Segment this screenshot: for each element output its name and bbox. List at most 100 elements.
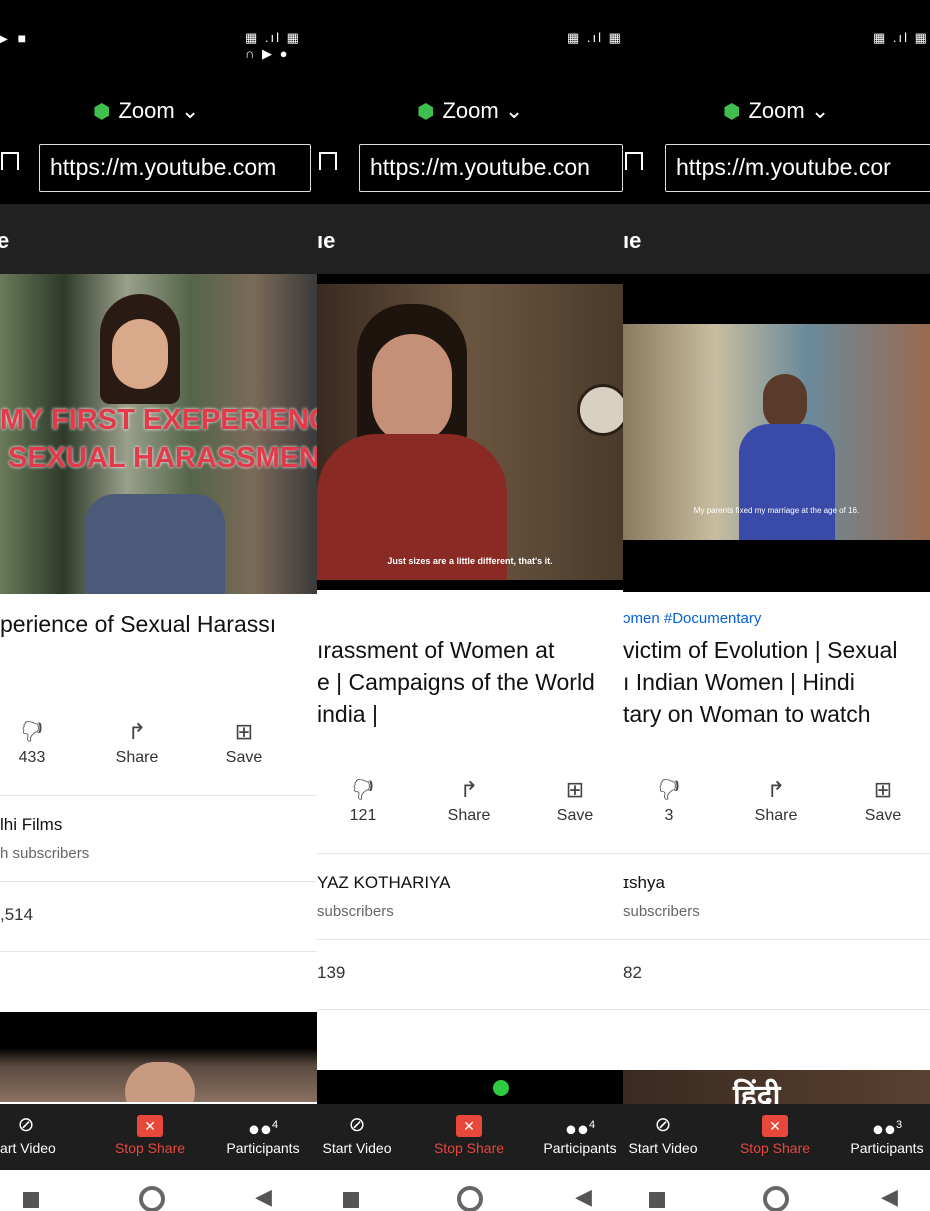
url-field[interactable]: https://m.youtube.con: [359, 144, 623, 192]
dislike-button[interactable]: 🖓 121: [323, 773, 403, 825]
divider: [317, 939, 623, 940]
video-title[interactable]: ırassment of Women at: [317, 634, 554, 666]
shield-icon: ⬢: [93, 101, 111, 123]
start-video-button[interactable]: ⊘ Start Video: [623, 1110, 703, 1156]
video-title[interactable]: india |: [317, 698, 378, 730]
channel-subscribers: subscribers: [623, 903, 700, 920]
shield-icon: ⬢: [417, 101, 435, 123]
zoom-title[interactable]: ⬢ Zoom ⌄: [417, 98, 523, 124]
home-icon[interactable]: [457, 1186, 483, 1211]
participant-face: [125, 1062, 195, 1102]
recents-icon[interactable]: [343, 1192, 359, 1208]
divider: [317, 1009, 623, 1010]
save-button[interactable]: ⊞ Save: [535, 773, 615, 825]
thumbs-down-icon: 🖓: [352, 777, 374, 802]
participant-video: हिंदी: [623, 1070, 930, 1104]
participants-icon: ●●: [564, 1118, 590, 1141]
back-icon[interactable]: ◀: [575, 1184, 592, 1210]
person-face: [763, 374, 807, 430]
dislike-button[interactable]: 🖓 433: [0, 715, 72, 767]
share-button[interactable]: ↱ Share: [736, 773, 816, 825]
home-icon[interactable]: [763, 1186, 789, 1211]
status-bar: ▶ ■ ▦ .ıl ▦ ∩ ▶ ●: [0, 0, 317, 82]
stop-share-button[interactable]: ✕ Stop Share: [110, 1110, 190, 1156]
divider: [623, 939, 930, 940]
video-title[interactable]: victim of Evolution | Sexual: [623, 634, 897, 666]
back-icon[interactable]: ◀: [881, 1184, 898, 1210]
divider: [0, 881, 317, 882]
start-video-button[interactable]: ⊘ tart Video: [0, 1110, 66, 1156]
video-player[interactable]: My parents fixed my marriage at the age …: [623, 274, 930, 592]
status-icons: ▶ ■: [0, 30, 30, 46]
comments-count[interactable]: ,514: [0, 905, 33, 925]
zoom-controls: ⊘ Start Video ✕ Stop Share ●●4 Participants: [317, 1104, 623, 1170]
participants-button[interactable]: ●●4 Participants: [218, 1110, 308, 1156]
stop-share-button[interactable]: ✕ Stop Share: [429, 1110, 509, 1156]
bookmark-icon[interactable]: [1, 152, 19, 170]
video-title[interactable]: perience of Sexual Harassı: [0, 608, 276, 640]
zoom-title[interactable]: ⬢ Zoom ⌄: [723, 98, 829, 124]
comments-count[interactable]: 82: [623, 963, 642, 983]
hindi-text: हिंदी: [733, 1080, 781, 1104]
video-off-icon: ⊘: [654, 1114, 672, 1136]
video-title[interactable]: tary on Woman to watch: [623, 698, 871, 730]
stop-share-icon: ✕: [762, 1115, 788, 1137]
signal-icon: ▦ .ıl ▦ ∩ ▶ ■: [567, 30, 623, 45]
channel-subscribers: subscribers: [317, 903, 394, 920]
status-bar: ▦ .ıl ▦: [623, 0, 930, 82]
browser-url-bar: https://m.youtube.cor: [623, 140, 930, 204]
thumbs-down-icon: 🖓: [21, 719, 43, 744]
home-icon[interactable]: [139, 1186, 165, 1211]
youtube-logo[interactable]: ıe: [317, 228, 335, 254]
browser-url-bar: https://m.youtube.com: [0, 140, 317, 204]
video-player[interactable]: Just sizes are a little different, that'…: [317, 274, 623, 590]
bookmark-icon[interactable]: [625, 152, 643, 170]
start-video-button[interactable]: ⊘ Start Video: [317, 1110, 397, 1156]
bookmark-icon[interactable]: [319, 152, 337, 170]
dislike-button[interactable]: 🖓 3: [629, 773, 709, 825]
video-overlay-text: MY FIRST EXEPERIENCE: [0, 404, 317, 436]
android-nav-bar: ◀: [0, 1170, 317, 1211]
participants-button[interactable]: ●●4 Participants: [537, 1110, 623, 1156]
youtube-logo[interactable]: e: [0, 228, 9, 254]
stop-share-icon: ✕: [137, 1115, 163, 1137]
participants-button[interactable]: ●●3 Participants: [844, 1110, 930, 1156]
video-player[interactable]: MY FIRST EXEPERIENCE SEXUAL HARASSMENT: [0, 274, 317, 594]
person-face: [372, 334, 452, 444]
video-title[interactable]: ı Indian Women | Hindi: [623, 666, 855, 698]
share-button[interactable]: ↱ Share: [429, 773, 509, 825]
channel-name[interactable]: YAZ KOTHARIYA: [317, 873, 451, 893]
channel-subscribers: h subscribers: [0, 845, 90, 862]
divider: [317, 853, 623, 854]
url-field[interactable]: https://m.youtube.com: [39, 144, 311, 192]
signal-icon: ▦ .ıl ▦ ∩ ▶ ●: [245, 30, 301, 61]
status-bar: ▦ .ıl ▦ ∩ ▶ ■: [317, 0, 623, 82]
channel-name[interactable]: lhi Films: [0, 815, 62, 835]
android-nav-bar: ◀: [317, 1170, 623, 1211]
save-button[interactable]: ⊞ Save: [843, 773, 923, 825]
video-title[interactable]: e | Campaigns of the World: [317, 666, 595, 698]
zoom-title[interactable]: ⬢ Zoom ⌄: [93, 98, 199, 124]
participant-video: [0, 1012, 317, 1102]
action-row: 🖓 3 ↱ Share ⊞ Save: [623, 773, 930, 843]
hashtags[interactable]: ɔmen #Documentary: [623, 610, 761, 627]
youtube-header: ıe: [317, 204, 623, 274]
action-row: 🖓 433 ↱ Share ⊞ Save: [0, 715, 317, 785]
back-icon[interactable]: ◀: [255, 1184, 272, 1210]
video-subtitle: Just sizes are a little different, that'…: [387, 556, 553, 566]
share-icon: ↱: [766, 777, 786, 802]
divider: [0, 951, 317, 952]
comments-count[interactable]: 139: [317, 963, 345, 983]
participants-icon: ●●: [247, 1118, 273, 1141]
url-field[interactable]: https://m.youtube.cor: [665, 144, 930, 192]
video-off-icon: ⊘: [348, 1114, 366, 1136]
youtube-logo[interactable]: ıe: [623, 228, 641, 254]
recents-icon[interactable]: [649, 1192, 665, 1208]
recents-icon[interactable]: [23, 1192, 39, 1208]
zoom-header: ⬢ Zoom ⌄: [317, 82, 623, 140]
share-button[interactable]: ↱ Share: [97, 715, 177, 767]
channel-name[interactable]: ɪshya: [623, 873, 665, 893]
active-speaker-dot: [493, 1080, 509, 1096]
save-button[interactable]: ⊞ Save: [204, 715, 284, 767]
stop-share-button[interactable]: ✕ Stop Share: [735, 1110, 815, 1156]
